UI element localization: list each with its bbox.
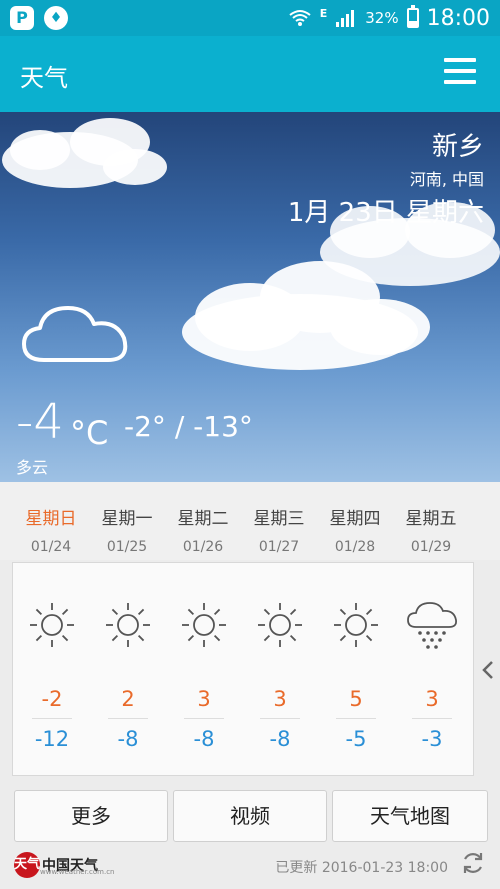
region-name: 河南, 中国 bbox=[409, 170, 484, 189]
weather-app: P ♦ E 32% 18:00 天气 新乡 河南, 中国 1月 23日 星期六 … bbox=[0, 0, 500, 889]
battery-fill bbox=[408, 20, 417, 26]
forecast-day-name: 星期三 bbox=[253, 509, 305, 529]
sun-icon bbox=[182, 603, 226, 647]
forecast-low: -5 bbox=[345, 727, 367, 751]
signal-icon bbox=[336, 10, 355, 27]
video-button[interactable]: 视频 bbox=[173, 790, 327, 842]
forecast-high: 3 bbox=[273, 687, 287, 711]
snow-icon bbox=[407, 602, 458, 649]
forecast-high: -2 bbox=[41, 687, 63, 711]
city-name: 新乡 bbox=[431, 132, 484, 162]
battery-percent: 32% bbox=[365, 9, 399, 27]
last-updated: 已更新 2016-01-23 18:00 bbox=[275, 860, 448, 876]
forecast-day-1[interactable]: 星期日 01/24 bbox=[16, 504, 86, 555]
more-button[interactable]: 更多 bbox=[14, 790, 168, 842]
notification-app-icon: P bbox=[10, 6, 34, 30]
forecast-low: -12 bbox=[34, 727, 70, 751]
brand-mark: 天气 bbox=[14, 852, 40, 878]
divider bbox=[184, 718, 224, 719]
weather-condition: 多云 bbox=[16, 458, 49, 477]
action-buttons: 更多 视频 天气地图 bbox=[14, 790, 488, 842]
battery-icon bbox=[406, 5, 419, 28]
forecast-date: 01/27 bbox=[258, 539, 300, 555]
sun-icon bbox=[30, 603, 74, 647]
app-title: 天气 bbox=[20, 64, 68, 92]
forecast-date: 01/26 bbox=[182, 539, 224, 555]
brand-url: www.weather.com.cn bbox=[40, 868, 115, 876]
forecast-date: 01/29 bbox=[410, 539, 452, 555]
forecast-high: 3 bbox=[425, 687, 439, 711]
current-date: 1月 23日 星期六 bbox=[287, 198, 484, 228]
forecast-card[interactable]: -2 -12 2 -8 3 -8 3 -8 5 -5 3 -3 bbox=[12, 562, 474, 776]
notification-weather-icon: ♦ bbox=[44, 6, 68, 30]
sun-icon bbox=[334, 603, 378, 647]
status-time: 18:00 bbox=[426, 5, 490, 31]
forecast-days-header: 星期日 01/24 星期一 01/25 星期二 01/26 星期三 01/27 星期四 01/28… bbox=[0, 482, 500, 560]
forecast-day-5[interactable]: 星期四 01/28 bbox=[320, 504, 390, 555]
refresh-icon[interactable] bbox=[460, 850, 486, 876]
chevron-left-icon[interactable] bbox=[480, 660, 496, 680]
forecast-high: 3 bbox=[197, 687, 211, 711]
weather-map-button[interactable]: 天气地图 bbox=[332, 790, 488, 842]
forecast-day-3[interactable]: 星期二 01/26 bbox=[168, 504, 238, 555]
network-type: E bbox=[319, 6, 328, 20]
forecast-day-name: 星期四 bbox=[329, 509, 381, 529]
forecast-date: 01/28 bbox=[334, 539, 376, 555]
forecast-date: 01/25 bbox=[106, 539, 148, 555]
current-temperature: -4 bbox=[16, 394, 64, 450]
divider bbox=[412, 718, 452, 719]
forecast-day-name: 星期五 bbox=[405, 509, 457, 529]
sun-icon bbox=[106, 603, 150, 647]
status-notifications: P ♦ bbox=[10, 6, 68, 30]
divider bbox=[32, 718, 72, 719]
current-weather-panel: 新乡 河南, 中国 1月 23日 星期六 -4 °C -2° / -13° 多云 bbox=[0, 112, 500, 482]
forecast-day-2[interactable]: 星期一 01/25 bbox=[92, 504, 162, 555]
divider bbox=[108, 718, 148, 719]
forecast-date: 01/24 bbox=[30, 539, 72, 555]
wifi-icon bbox=[289, 10, 311, 26]
divider bbox=[336, 718, 376, 719]
cloud-icon bbox=[22, 306, 128, 362]
forecast-high: 5 bbox=[349, 687, 363, 711]
forecast-day-name: 星期一 bbox=[101, 509, 153, 529]
forecast-day-name: 星期二 bbox=[177, 509, 229, 529]
divider bbox=[260, 718, 300, 719]
forecast-day-4[interactable]: 星期三 01/27 bbox=[244, 504, 314, 555]
forecast-high: 2 bbox=[121, 687, 135, 711]
forecast-day-6[interactable]: 星期五 01/29 bbox=[396, 504, 466, 555]
status-indicators: E 32% 18:00 bbox=[288, 0, 490, 36]
forecast-low: -8 bbox=[117, 727, 139, 751]
forecast-low: -3 bbox=[421, 727, 443, 751]
forecast-low: -8 bbox=[269, 727, 291, 751]
forecast-day-name: 星期日 bbox=[25, 509, 77, 529]
temperature-unit: °C bbox=[70, 414, 109, 452]
forecast-low: -8 bbox=[193, 727, 215, 751]
app-bar: 天气 bbox=[0, 36, 500, 112]
status-bar: P ♦ E 32% 18:00 bbox=[0, 0, 500, 36]
menu-icon[interactable] bbox=[444, 58, 476, 88]
temperature-range: -2° / -13° bbox=[124, 410, 253, 443]
sun-icon bbox=[258, 603, 302, 647]
footer: 天气 中国天气 www.weather.com.cn 已更新 2016-01-2… bbox=[0, 846, 500, 889]
